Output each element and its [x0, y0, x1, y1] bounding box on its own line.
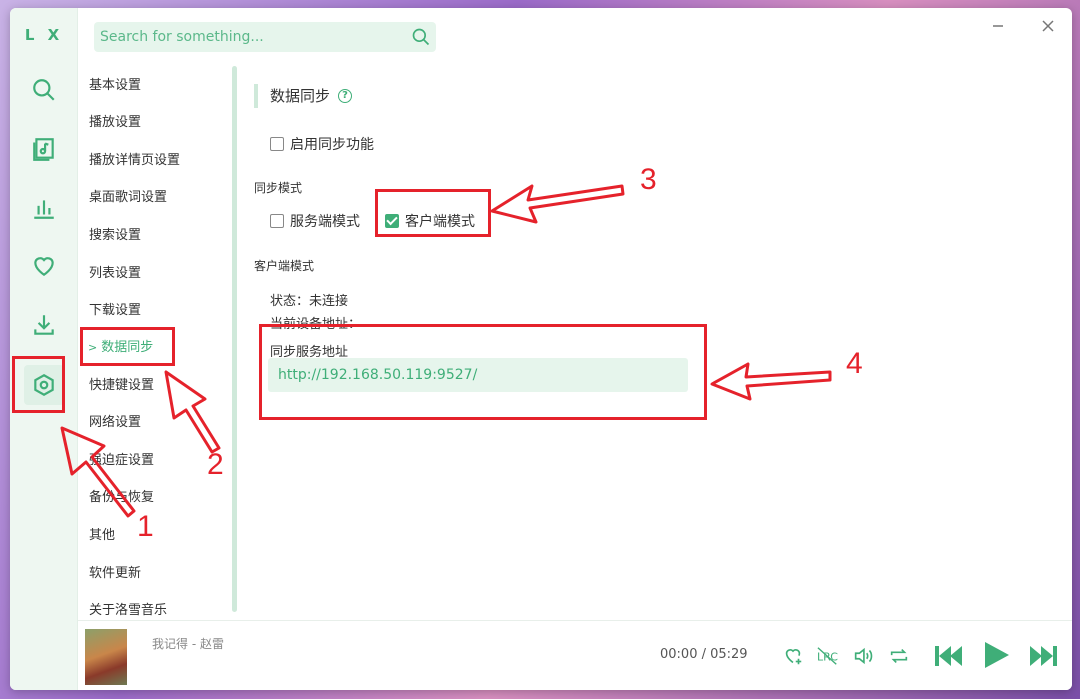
heart-icon [34, 257, 54, 276]
checkbox-label: 服务端模式 [290, 214, 360, 230]
rail-chart-button[interactable] [24, 188, 64, 228]
settings-icon [34, 374, 54, 396]
lyric-toggle-button[interactable]: LRC [815, 643, 841, 669]
rail-download-button[interactable] [24, 305, 64, 345]
play-button[interactable] [980, 639, 1012, 671]
current-device-address: 当前设备地址： [270, 317, 362, 332]
search-submit-button[interactable] [406, 22, 436, 52]
add-favorite-button[interactable] [780, 643, 806, 669]
settings-nav: 基本设置 播放设置 播放详情页设置 桌面歌词设置 搜索设置 列表设置 下载设置 … [78, 66, 238, 618]
previous-track-button[interactable] [932, 640, 964, 672]
play-icon [985, 642, 1009, 668]
chart-icon [34, 200, 54, 219]
search-bar [94, 22, 436, 52]
skip-back-icon [935, 646, 962, 666]
play-time: 00:00 / 05:29 [660, 647, 748, 662]
connection-status: 状态：未连接 [270, 294, 349, 309]
checkbox-box[interactable] [270, 137, 284, 151]
section-title: 数据同步 ? [254, 84, 353, 108]
rail-search-button[interactable] [24, 70, 64, 110]
nav-item-update[interactable]: 软件更新 [89, 564, 141, 584]
heart-plus-icon [785, 649, 802, 665]
settings-content: 数据同步 ? 启用同步功能 同步模式 服务端模式 客户端模式 客户端模式 状态：… [250, 66, 1060, 618]
nav-item-playback[interactable]: 播放设置 [89, 113, 141, 133]
app-window: L X 基本设置 播放设置 播放详情页设 [10, 8, 1072, 690]
section-title-text: 数据同步 [270, 87, 331, 105]
checkbox-label: 启用同步功能 [290, 137, 374, 153]
nav-item-search[interactable]: 搜索设置 [89, 226, 141, 246]
player-bar: 我记得 - 赵雷 00:00 / 05:29 LRC [78, 620, 1072, 690]
server-mode-checkbox[interactable]: 服务端模式 [270, 211, 360, 231]
checkbox-label: 客户端模式 [405, 214, 475, 230]
app-logo: L X [24, 26, 64, 44]
volume-button[interactable] [850, 643, 876, 669]
close-button[interactable] [1036, 14, 1060, 38]
active-marker: > [88, 341, 98, 354]
nav-item-desktop-lyric[interactable]: 桌面歌词设置 [89, 188, 167, 208]
checkbox-box-checked[interactable] [385, 214, 399, 228]
search-input[interactable] [94, 29, 406, 45]
nav-item-label: 数据同步 [101, 340, 154, 355]
sync-mode-label: 同步模式 [254, 181, 303, 195]
rail-library-button[interactable] [24, 129, 64, 169]
repeat-icon [890, 648, 908, 664]
song-title[interactable]: 我记得 - 赵雷 [152, 635, 224, 652]
minimize-icon [993, 25, 1003, 27]
nav-item-hotkey[interactable]: 快捷键设置 [89, 376, 154, 396]
album-cover[interactable] [85, 629, 127, 685]
search-icon [412, 28, 430, 46]
nav-item-ocd[interactable]: 强迫症设置 [89, 451, 154, 471]
rail-favorite-button[interactable] [24, 246, 64, 286]
lyric-icon: LRC [817, 647, 838, 665]
nav-item-download[interactable]: 下载设置 [89, 301, 141, 321]
enable-sync-checkbox[interactable]: 启用同步功能 [270, 134, 374, 154]
server-address-input[interactable]: http://192.168.50.119:9527/ [268, 358, 688, 392]
minimize-button[interactable] [986, 14, 1010, 38]
nav-item-other[interactable]: 其他 [89, 526, 115, 546]
nav-item-play-detail[interactable]: 播放详情页设置 [89, 151, 180, 171]
icon-rail: L X [10, 8, 78, 690]
nav-item-backup[interactable]: 备份与恢复 [89, 488, 154, 508]
client-mode-checkbox[interactable]: 客户端模式 [385, 211, 475, 231]
search-icon [33, 79, 55, 101]
nav-item-list[interactable]: 列表设置 [89, 264, 141, 284]
music-library-icon [33, 138, 54, 161]
next-track-button[interactable] [1028, 640, 1060, 672]
nav-item-network[interactable]: 网络设置 [89, 413, 141, 433]
nav-item-basic[interactable]: 基本设置 [89, 76, 141, 96]
rail-settings-button[interactable] [24, 365, 64, 405]
skip-forward-icon [1030, 646, 1057, 666]
checkbox-box[interactable] [270, 214, 284, 228]
nav-scrollbar[interactable] [232, 66, 237, 612]
nav-item-sync[interactable]: > 数据同步 [88, 338, 153, 358]
help-icon[interactable]: ? [338, 89, 353, 103]
download-icon [34, 315, 54, 335]
nav-item-about[interactable]: 关于洛雪音乐 [89, 601, 167, 621]
close-icon [1042, 20, 1054, 32]
volume-icon [854, 647, 873, 665]
client-section-label: 客户端模式 [254, 259, 315, 273]
repeat-mode-button[interactable] [886, 643, 912, 669]
